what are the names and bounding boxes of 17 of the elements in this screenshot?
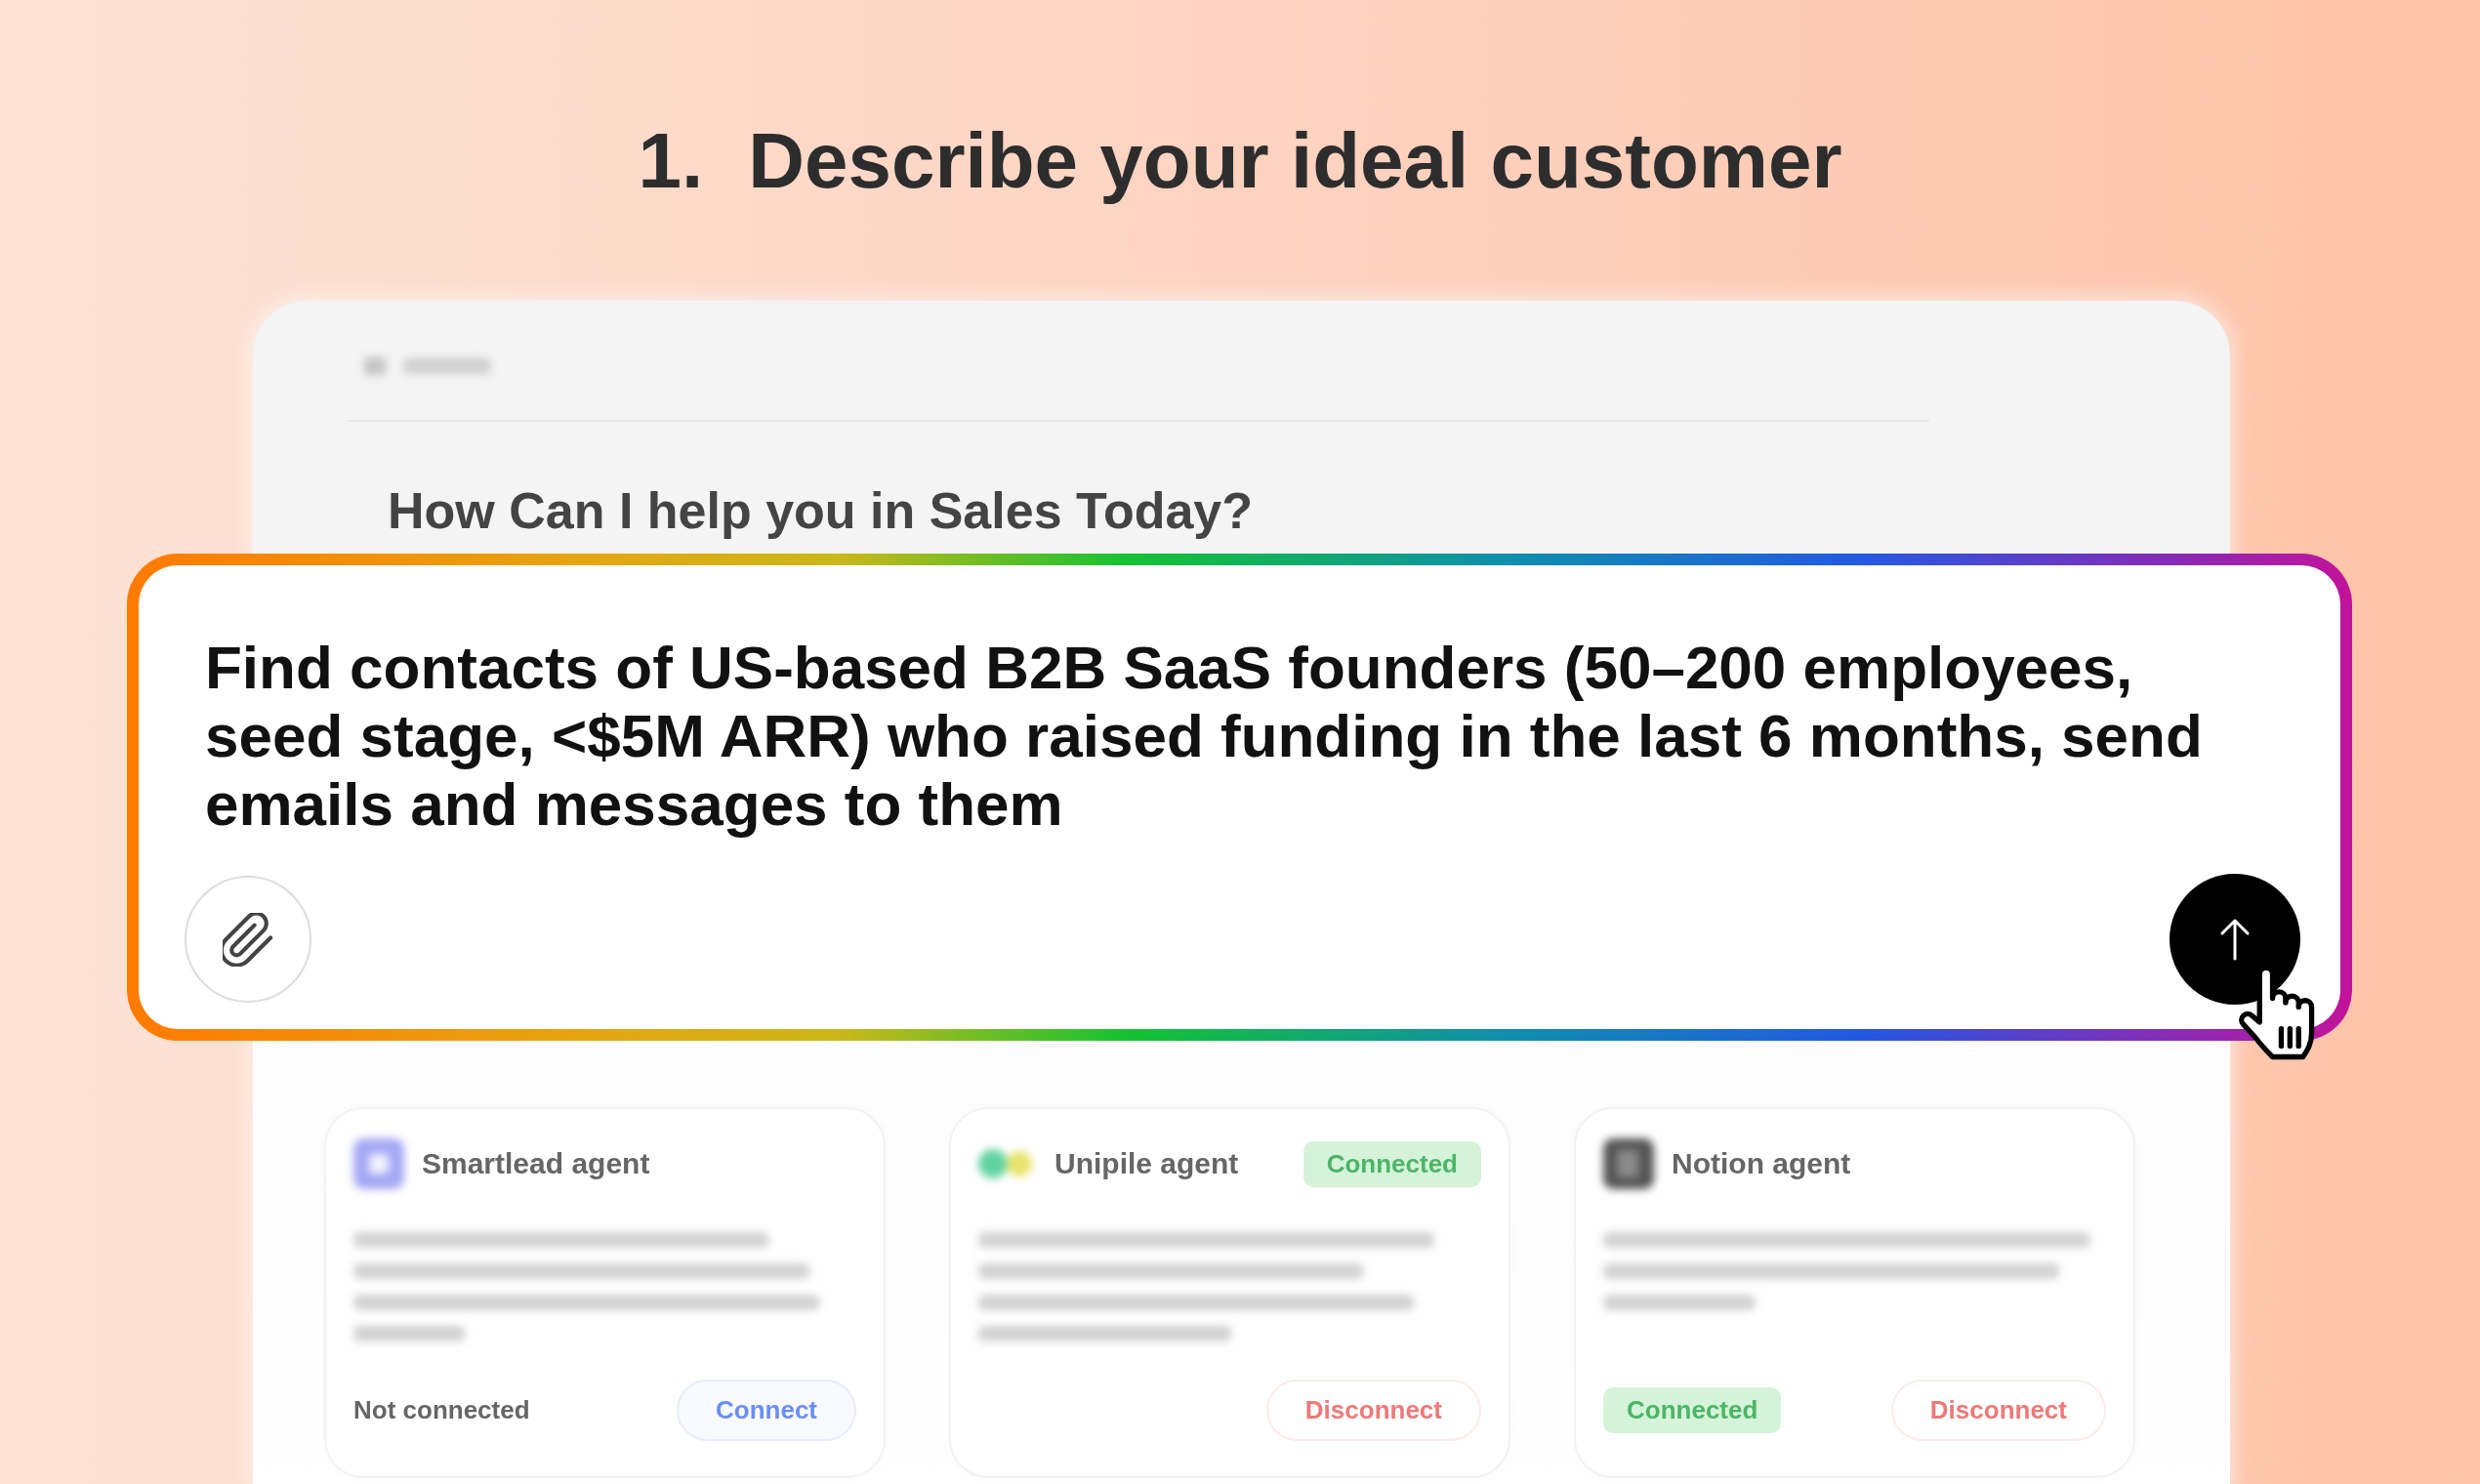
status-badge: Connected — [1302, 1140, 1481, 1187]
step-title: Describe your ideal customer — [748, 116, 1842, 206]
disconnect-button[interactable]: Disconnect — [1890, 1380, 2106, 1441]
disconnect-button[interactable]: Disconnect — [1265, 1380, 1481, 1441]
arrow-up-icon — [2220, 918, 2250, 961]
agent-name: Unipile agent — [1054, 1147, 1239, 1180]
square-logo-icon — [1603, 1138, 1654, 1189]
app-heading: How Can I help you in Sales Today? — [388, 481, 1254, 541]
connect-button[interactable]: Connect — [677, 1380, 856, 1441]
agent-name: Notion agent — [1672, 1147, 1851, 1180]
prompt-field[interactable]: Find contacts of US-based B2B SaaS founders (50–200 employees, seed stage, <$5M ARR) who raised funding in the last 6 months, send emails and messages to them — [139, 565, 2340, 839]
status-badge: Connected — [1603, 1387, 1782, 1433]
paperclip-icon — [223, 912, 273, 967]
agent-name: Smartlead agent — [422, 1147, 650, 1180]
status-text: Not connected — [353, 1395, 530, 1425]
step-number: 1. — [638, 116, 704, 206]
square-logo-icon — [353, 1138, 404, 1189]
